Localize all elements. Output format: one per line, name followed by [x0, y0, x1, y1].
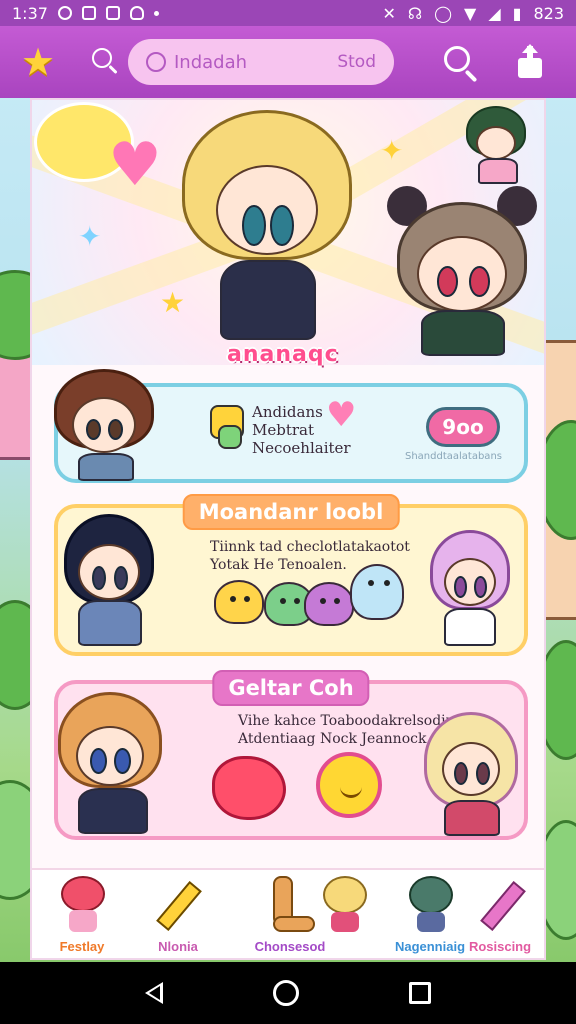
search-placeholder: Indadah — [174, 51, 248, 73]
battery-level: 823 — [533, 3, 564, 23]
profile-action-caption: Shanddtaalatabans — [404, 451, 502, 462]
favorites-star-icon[interactable]: ★ — [16, 40, 60, 84]
vibrate-icon: ☊ — [407, 3, 423, 23]
notification-icon — [57, 6, 72, 20]
share-icon[interactable] — [514, 44, 546, 80]
main-content: ♥ ✦ ★ ✦ ananaqc Andidans Mebtrat Necoehl… — [30, 98, 546, 960]
search-trailing-label: Stod — [337, 52, 376, 72]
collection-card[interactable]: Geltar Coh Vihe kahce Toaboodakrelsodin … — [54, 670, 528, 840]
app-bar: ★ Indadah Stod — [0, 26, 576, 98]
pastel-hair-chibi — [424, 712, 524, 840]
more-notifications-icon — [153, 10, 159, 16]
status-time: 1:37 — [12, 3, 48, 23]
red-hair-chibi-icon — [57, 876, 107, 932]
blonde-chibi-character — [182, 110, 352, 340]
alarm-icon: ◯ — [434, 3, 453, 23]
pencil-icon — [153, 876, 203, 932]
green-hair-mini-chibi — [466, 106, 536, 186]
nav-item-festlay[interactable]: Festlay — [32, 870, 132, 958]
search-input[interactable]: Indadah Stod — [128, 39, 394, 85]
blonde-chibi-icon — [319, 876, 369, 932]
search-button-icon[interactable] — [440, 42, 480, 83]
pink-hair-chibi — [430, 530, 520, 650]
sticker-icon — [218, 425, 242, 449]
profile-card[interactable]: Andidans Mebtrat Necoehlaiter ♥ 9oo Shan… — [54, 369, 528, 483]
nav-label: Nlonia — [158, 939, 198, 954]
pen-icon — [477, 876, 527, 932]
wifi-icon: ▼ — [464, 3, 477, 23]
yellow-creature-sticker[interactable] — [214, 580, 264, 624]
bottom-navigation: Festlay Nlonia Chonsesod Nagenniaig Rosi… — [32, 868, 544, 958]
nav-item-rosiscing[interactable]: Rosiscing — [452, 870, 544, 958]
heart-bubble-icon: ♥ — [326, 395, 357, 435]
smiley-sticker[interactable] — [316, 752, 382, 818]
recent-apps-icon[interactable] — [409, 982, 431, 1004]
back-icon[interactable] — [145, 982, 163, 1004]
nav-label: Festlay — [59, 939, 105, 954]
ghost-creature-sticker[interactable] — [350, 564, 404, 620]
notification-icon — [105, 6, 120, 20]
collection-card-title: Geltar Coh — [212, 670, 370, 706]
green-hair-chibi-icon — [405, 876, 455, 932]
notification-icon — [129, 6, 144, 20]
stickers-card[interactable]: Moandanr loobl Tiinnk tad checlotlatakao… — [54, 494, 528, 656]
stickers-card-title: Moandanr loobl — [182, 494, 400, 530]
search-icon[interactable] — [84, 42, 124, 82]
sparkle-icon: ✦ — [380, 134, 404, 167]
profile-action-button[interactable]: 9oo — [426, 407, 500, 447]
system-navigation-bar — [0, 962, 576, 1024]
nav-label: Rosiscing — [468, 939, 532, 954]
sparkle-icon: ✦ — [78, 220, 102, 253]
orange-hair-chibi — [58, 692, 178, 838]
notification-icon — [81, 6, 96, 20]
collection-card-text: Vihe kahce Toaboodakrelsodin Atdentiaag … — [238, 713, 455, 747]
brown-hair-chibi-avatar — [54, 369, 164, 487]
red-blob-sticker[interactable] — [212, 756, 286, 820]
nav-item-nlonia[interactable]: Nlonia — [128, 870, 228, 958]
bear-ear-chibi-character — [387, 186, 537, 356]
hero-banner: ♥ ✦ ★ ✦ ananaqc — [32, 100, 544, 380]
heart-sticker-icon: ♥ — [108, 130, 162, 200]
battery-icon: ▮ — [512, 3, 522, 23]
search-lead-icon — [146, 52, 166, 72]
hero-sticker-title: ananaqc — [227, 342, 339, 367]
mute-icon: ✕ — [382, 3, 396, 23]
purple-creature-sticker[interactable] — [304, 582, 354, 626]
dark-hair-chibi — [64, 514, 164, 650]
nav-item-blonde-chibi[interactable] — [294, 870, 394, 958]
signal-icon: ◢ — [488, 3, 501, 23]
home-icon[interactable] — [273, 980, 299, 1006]
status-bar: 1:37 ✕ ☊ ◯ ▼ ◢ ▮ 823 — [0, 0, 576, 26]
